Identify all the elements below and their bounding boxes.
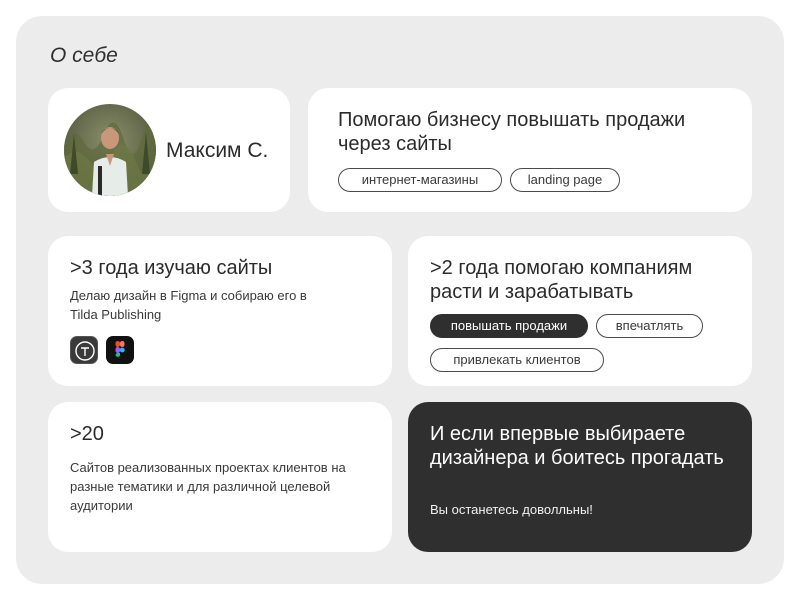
experience-card: >3 года изучаю сайты Делаю дизайн в Figm…: [48, 236, 392, 386]
intro-card: Помогаю бизнесу повышать продажи через с…: [308, 88, 752, 212]
projects-description: Сайтов реализованных проектах клиентов н…: [70, 460, 346, 513]
cta-card: И если впервые выбираете дизайнера и бои…: [408, 402, 752, 552]
avatar: [64, 104, 156, 196]
cta-subtext: Вы останетесь доволльны!: [430, 502, 593, 517]
profile-name: Максим С.: [166, 139, 269, 162]
experience-headline: >3 года изучаю сайты: [70, 257, 273, 279]
help-card: >2 года помогаю компаниям расти и зараба…: [408, 236, 752, 386]
cta-headline: И если впервые выбираете дизайнера и бои…: [430, 423, 724, 469]
figma-icon: [106, 336, 134, 364]
avatar-photo: [64, 104, 156, 196]
projects-card: >20 Сайтов реализованных проектах клиент…: [48, 402, 392, 552]
projects-count: >20: [70, 423, 104, 445]
tag-impress[interactable]: впечатлять: [596, 314, 703, 338]
tag-online-stores[interactable]: интернет-магазины: [338, 168, 502, 192]
help-headline: >2 года помогаю компаниям расти и зараба…: [430, 257, 693, 303]
section-title: О себе: [50, 44, 118, 67]
tag-increase-sales[interactable]: повышать продажи: [430, 314, 588, 338]
profile-card: Максим С.: [48, 88, 290, 212]
tilda-icon: [70, 336, 98, 364]
tag-attract-clients[interactable]: привлекать клиентов: [430, 348, 604, 372]
intro-headline: Помогаю бизнесу повышать продажи через с…: [338, 109, 686, 155]
tag-landing-page[interactable]: landing page: [510, 168, 620, 192]
experience-description: Делаю дизайн в Figma и собираю его в Til…: [70, 288, 307, 322]
